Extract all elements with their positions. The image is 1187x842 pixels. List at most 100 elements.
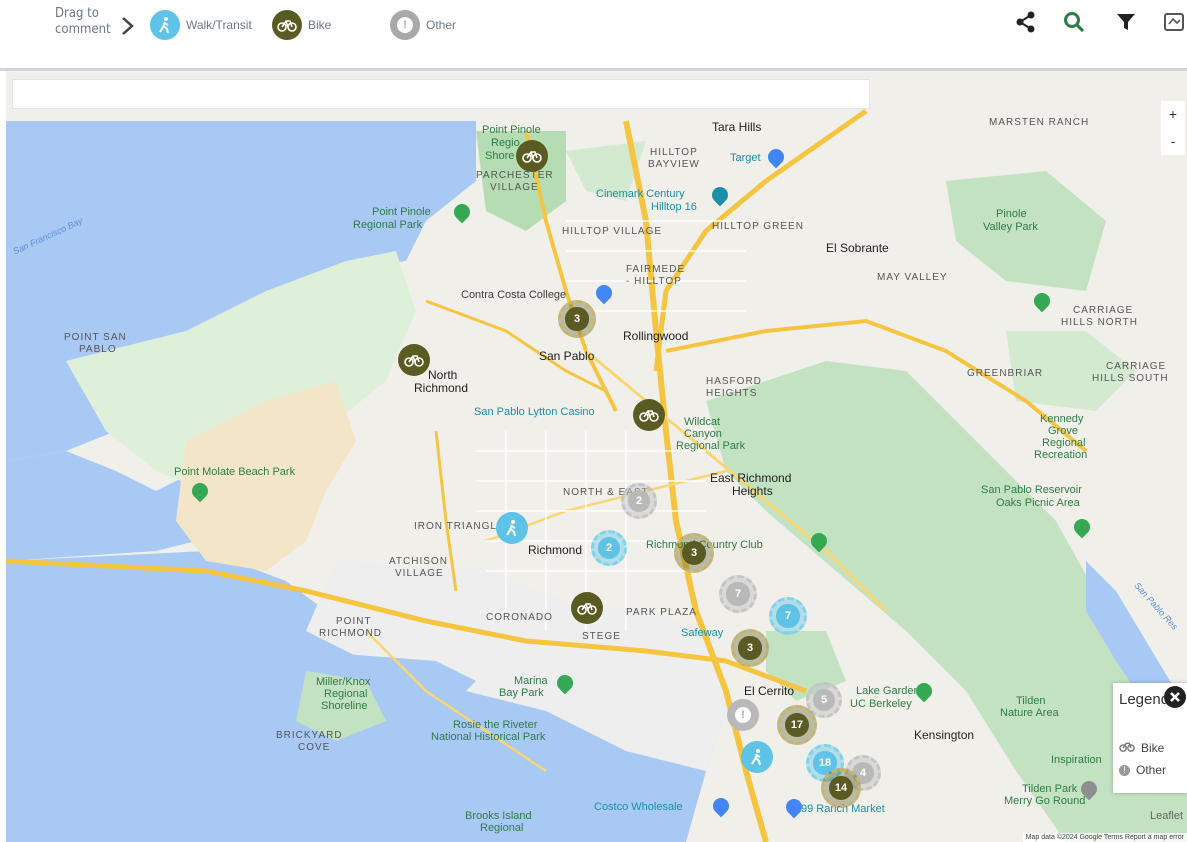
map-label: HEIGHTS bbox=[706, 388, 758, 399]
map-label: Heights bbox=[732, 484, 773, 498]
zoom-out-button[interactable]: - bbox=[1161, 128, 1185, 155]
map-label: HILLS NORTH bbox=[1061, 317, 1138, 328]
map-label: El Cerrito bbox=[744, 684, 795, 698]
map-label: Contra Costa College bbox=[461, 289, 567, 301]
map-label: ATCHISON bbox=[389, 556, 448, 567]
map-label: Marina bbox=[514, 675, 548, 687]
map-search-strip[interactable] bbox=[12, 79, 870, 109]
bike-cluster[interactable]: 14 bbox=[821, 768, 861, 808]
legend-row-other: ! Other bbox=[1119, 763, 1166, 777]
map-label: Miller/Knox bbox=[316, 676, 371, 688]
other-comment-marker[interactable]: ! bbox=[727, 699, 759, 731]
legend-row-label: Bike bbox=[1141, 741, 1165, 755]
legend-row-label: Other bbox=[1136, 763, 1167, 777]
map-label: Regional bbox=[480, 822, 524, 834]
bike-cluster[interactable]: 3 bbox=[731, 629, 769, 667]
map-label: Shore bbox=[485, 150, 515, 162]
walk-comment-marker[interactable] bbox=[496, 512, 528, 544]
map-label: Regio bbox=[491, 137, 520, 149]
map-label: San Pablo Reservoir bbox=[981, 484, 1082, 496]
drag-label-line2: comment bbox=[55, 22, 111, 37]
drag-to-comment-label[interactable]: Drag to comment bbox=[55, 6, 115, 38]
map-basemap bbox=[6, 71, 1187, 842]
bike-icon bbox=[522, 151, 542, 163]
bike-cluster[interactable]: 3 bbox=[558, 300, 596, 338]
map-label: Nature Area bbox=[1000, 707, 1059, 719]
map-label: COVE bbox=[298, 742, 331, 753]
map-label: Regional bbox=[1042, 437, 1086, 449]
cluster-count: 3 bbox=[681, 540, 707, 566]
walk-icon bbox=[150, 10, 180, 40]
bike-icon bbox=[577, 603, 597, 615]
map-attribution: Map data ©2024 Google Terms Report a map… bbox=[1022, 833, 1187, 842]
map-label: CARRIAGE bbox=[1106, 361, 1167, 372]
bike-comment-marker[interactable] bbox=[571, 592, 603, 624]
map-label: San Pablo Lytton Casino bbox=[474, 406, 595, 418]
legend-other[interactable]: ! Other bbox=[390, 10, 456, 40]
map-label: BAYVIEW bbox=[648, 159, 700, 170]
bike-icon bbox=[639, 410, 659, 422]
other-cluster[interactable]: 2 bbox=[621, 483, 657, 519]
map-label: Recreation bbox=[1034, 449, 1088, 461]
exclamation-icon: ! bbox=[1119, 764, 1130, 776]
bike-comment-marker[interactable] bbox=[516, 140, 548, 172]
walk-icon bbox=[506, 520, 516, 537]
map-label: CORONADO bbox=[486, 612, 553, 623]
map-label: Point Pinole bbox=[372, 206, 431, 218]
cluster-count: 2 bbox=[598, 537, 620, 559]
exclamation-icon: ! bbox=[735, 707, 751, 723]
map-label: POINT bbox=[336, 616, 372, 627]
map-canvas[interactable]: + - Tara Hills MARSTEN RANCH Point Pinol… bbox=[6, 71, 1187, 842]
walk-cluster[interactable]: 2 bbox=[591, 530, 627, 566]
zoom-control: + - bbox=[1161, 101, 1185, 155]
cluster-count: 3 bbox=[565, 307, 589, 331]
map-label: - HILLTOP bbox=[626, 276, 682, 287]
other-cluster[interactable]: 7 bbox=[719, 575, 757, 613]
map-label: Canyon bbox=[684, 428, 722, 440]
zoom-in-button[interactable]: + bbox=[1161, 101, 1185, 128]
legend-walk-transit[interactable]: Walk/Transit bbox=[150, 10, 252, 40]
bike-comment-marker[interactable] bbox=[633, 399, 665, 431]
walk-cluster[interactable]: 7 bbox=[769, 597, 807, 635]
leaflet-attribution[interactable]: Leaflet bbox=[1150, 810, 1183, 822]
map-label: VILLAGE bbox=[395, 568, 444, 579]
map-label: MARSTEN RANCH bbox=[989, 117, 1090, 128]
cluster-count: 7 bbox=[726, 582, 750, 606]
bike-icon bbox=[1119, 741, 1135, 755]
map-label: HILLTOP GREEN bbox=[712, 221, 804, 232]
map-label: Regional Park bbox=[353, 219, 423, 231]
bike-comment-marker[interactable] bbox=[398, 344, 430, 376]
map-label: San Pablo bbox=[539, 349, 595, 363]
map-label: Cinemark Century bbox=[596, 188, 685, 200]
map-label: HILLS SOUTH bbox=[1092, 373, 1169, 384]
map-label: North bbox=[428, 368, 458, 382]
legend-bike-label: Bike bbox=[308, 18, 332, 32]
cluster-count: 17 bbox=[784, 712, 810, 738]
map-label: Costco Wholesale bbox=[594, 801, 683, 813]
map-label: Inspiration bbox=[1051, 754, 1102, 766]
share-icon[interactable] bbox=[1014, 10, 1038, 34]
map-label: Pinole bbox=[996, 208, 1027, 220]
map-label: PARK PLAZA bbox=[626, 607, 697, 618]
bike-cluster[interactable]: 17 bbox=[777, 705, 817, 745]
map-label: HASFORD bbox=[706, 376, 762, 387]
map-label: Richmond bbox=[414, 381, 469, 395]
search-icon[interactable] bbox=[1062, 10, 1086, 34]
layers-icon[interactable] bbox=[1162, 10, 1186, 34]
map-label: Oaks Picnic Area bbox=[996, 497, 1080, 509]
cluster-count: 14 bbox=[828, 775, 854, 801]
map-label: El Sobrante bbox=[826, 241, 889, 255]
map-label: Point Pinole bbox=[482, 124, 541, 136]
map-label: HILLTOP bbox=[650, 147, 698, 158]
filter-icon[interactable] bbox=[1114, 10, 1138, 34]
chevron-right-icon bbox=[122, 17, 134, 35]
map-label: Bay Park bbox=[499, 687, 544, 699]
legend-bike[interactable]: Bike bbox=[272, 10, 331, 40]
map-label: Richmond bbox=[528, 543, 583, 557]
bike-cluster[interactable]: 3 bbox=[674, 533, 714, 573]
close-icon[interactable] bbox=[1164, 686, 1186, 708]
map-label: BRICKYARD bbox=[276, 730, 343, 741]
walk-comment-marker[interactable] bbox=[741, 741, 773, 773]
map-label: MAY VALLEY bbox=[877, 272, 948, 283]
map-label: Safeway bbox=[681, 627, 724, 639]
